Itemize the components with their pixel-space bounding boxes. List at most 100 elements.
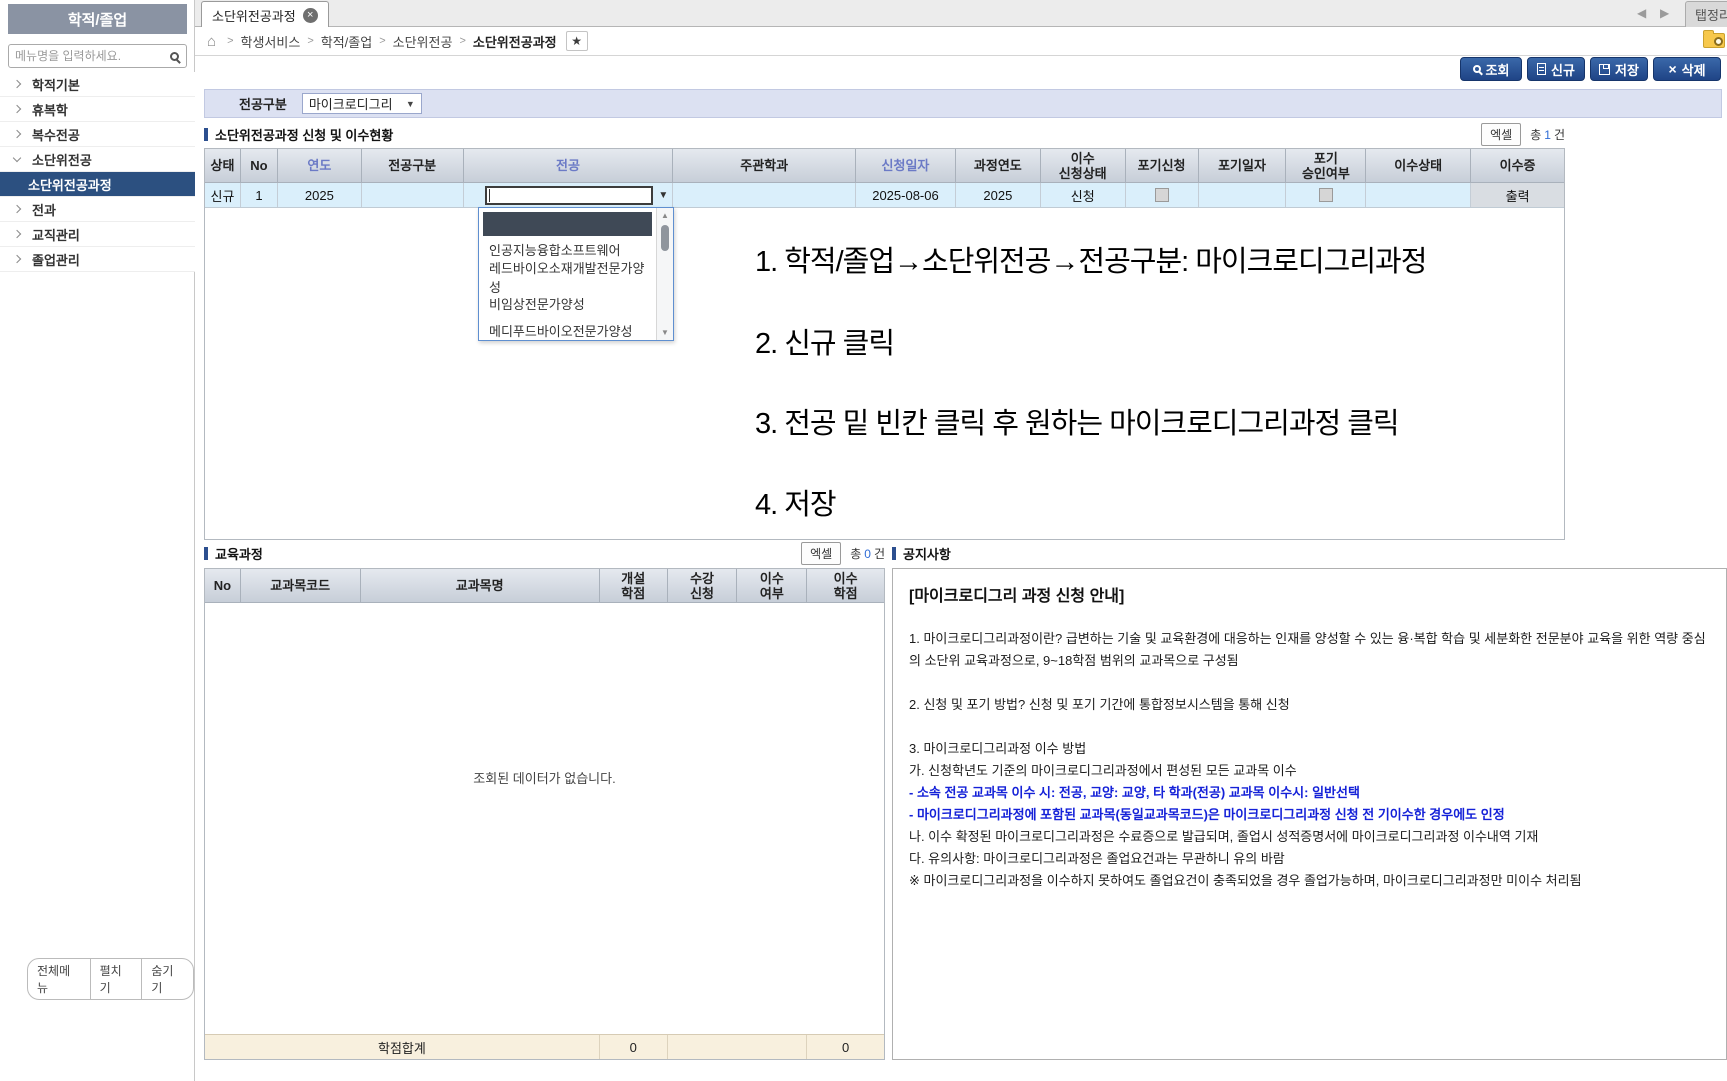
cell-apply-date: 2025-08-06 (856, 183, 956, 207)
col-status[interactable]: 상태 (205, 149, 241, 182)
favorite-star-icon[interactable] (566, 31, 588, 51)
col-giveup-date[interactable]: 포기일자 (1199, 149, 1287, 182)
col-course-code[interactable]: 교과목코드 (241, 569, 361, 602)
empty-data-message: 조회된 데이터가 없습니다. (205, 768, 884, 787)
menu-search-input[interactable] (9, 49, 170, 63)
major-dropdown-panel: 인공지능융합소프트웨어 레드바이오소재개발전문가양성 비임상전문가양성 메디푸드… (478, 207, 674, 341)
col-apply-date[interactable]: 신청일자 (856, 149, 956, 182)
cell-year: 2025 (278, 183, 362, 207)
cell-giveup-date (1199, 183, 1287, 207)
tab-prev-arrow-icon[interactable] (1637, 6, 1646, 20)
chevron-right-icon (13, 105, 21, 113)
dropdown-option[interactable]: 레드바이오소재개발전문가양성 (483, 263, 652, 290)
notice-line: 2. 신청 및 포기 방법? 신청 및 포기 기간에 통합정보시스템을 통해 신… (909, 694, 1710, 716)
notice-line: 가. 신청학년도 기준의 마이크로디그리과정에서 편성된 모든 교과목 이수 (909, 760, 1710, 782)
full-menu-button[interactable]: 전체메뉴 (27, 958, 91, 1000)
sidebar-item-jeonkwa[interactable]: 전과 (0, 197, 195, 222)
tab-micro-major-course[interactable]: 소단위전공과정 (201, 1, 329, 28)
breadcrumb-hakjeok[interactable]: 학적/졸업 (321, 32, 372, 51)
sidebar-item-micro-major[interactable]: 소단위전공 (0, 147, 195, 172)
col-no[interactable]: No (205, 569, 241, 602)
cell-major (464, 183, 674, 207)
col-certificate[interactable]: 이수증 (1471, 149, 1564, 182)
col-course-name[interactable]: 교과목명 (361, 569, 600, 602)
col-no[interactable]: No (241, 149, 278, 182)
instruction-step-2: 2. 신규 클릭 (755, 320, 894, 362)
breadcrumb-separator (227, 35, 233, 47)
col-giveup[interactable]: 포기신청 (1126, 149, 1199, 182)
query-button[interactable]: 조회 (1460, 57, 1522, 81)
notice-line: - 마이크로디그리과정에 포함된 교과목(동일교과목코드)은 마이크로디그리과정… (909, 804, 1710, 826)
dropdown-option-empty[interactable] (483, 212, 652, 236)
col-dept[interactable]: 주관학과 (673, 149, 856, 182)
sidebar-item-micro-major-course[interactable]: 소단위전공과정 (0, 172, 195, 197)
col-giveup-approve[interactable]: 포기승인여부 (1286, 149, 1366, 182)
giveup-approve-checkbox[interactable] (1319, 188, 1333, 202)
dropdown-scrollbar[interactable] (656, 208, 673, 340)
sidebar-item-graduation[interactable]: 졸업관리 (0, 247, 195, 272)
excel-export-button[interactable]: 엑셀 (801, 542, 841, 565)
notice-line: - 소속 전공 교과목 이수 시: 전공, 교양: 교양, 타 학과(전공) 교… (909, 782, 1710, 804)
tab-cleanup-button[interactable]: 탭정리 (1685, 1, 1727, 27)
folder-search-icon[interactable] (1703, 33, 1725, 48)
sidebar-menu: 학적기본 휴복학 복수전공 소단위전공 소단위전공과정 전과 교직관리 졸업관리 (0, 72, 195, 272)
sidebar-item-double-major[interactable]: 복수전공 (0, 122, 195, 147)
expand-button[interactable]: 펼치기 (90, 958, 143, 1000)
apply-section-title: 소단위전공과정 신청 및 이수현황 (215, 125, 393, 144)
breadcrumb-separator (379, 35, 385, 47)
curriculum-table-header: No 교과목코드 교과목명 개설학점 수강신청 이수여부 이수학점 (205, 569, 884, 603)
scroll-down-arrow-icon[interactable] (657, 328, 673, 337)
collapse-button[interactable]: 숨기기 (141, 958, 194, 1000)
col-year[interactable]: 연도 (278, 149, 362, 182)
sidebar-item-hakjeok-basic[interactable]: 학적기본 (0, 72, 195, 97)
breadcrumb-student-service[interactable]: 학생서비스 (241, 32, 301, 51)
col-apply-state[interactable]: 이수신청상태 (1041, 149, 1126, 182)
tab-close-icon[interactable] (303, 8, 318, 23)
col-major[interactable]: 전공 (464, 149, 674, 182)
col-course-year[interactable]: 과정연도 (956, 149, 1041, 182)
print-certificate-button[interactable]: 출력 (1471, 183, 1564, 207)
notice-line: 3. 마이크로디그리과정 이수 방법 (909, 738, 1710, 760)
col-enrolled[interactable]: 수강신청 (668, 569, 738, 602)
col-completed[interactable]: 이수여부 (737, 569, 807, 602)
scroll-up-arrow-icon[interactable] (657, 211, 673, 220)
col-complete-state[interactable]: 이수상태 (1366, 149, 1471, 182)
excel-export-button[interactable]: 엑셀 (1481, 123, 1521, 146)
major-dropdown-list: 인공지능융합소프트웨어 레드바이오소재개발전문가양성 비임상전문가양성 메디푸드… (479, 208, 656, 340)
save-button[interactable]: 저장 (1590, 57, 1648, 81)
close-icon (1668, 62, 1676, 76)
breadcrumb-current: 소단위전공과정 (473, 32, 557, 51)
chevron-down-icon (13, 153, 21, 161)
tab-next-arrow-icon[interactable] (1660, 6, 1669, 20)
credit-total-label: 학점합계 (205, 1035, 600, 1059)
footer-spacer (668, 1035, 808, 1059)
breadcrumb: 학생서비스 학적/졸업 소단위전공 소단위전공과정 (195, 27, 1727, 56)
col-major-type[interactable]: 전공구분 (362, 149, 464, 182)
cell-complete-state (1366, 183, 1471, 207)
menu-search-box[interactable] (8, 44, 187, 68)
dropdown-arrow-icon[interactable] (658, 190, 668, 201)
home-icon[interactable] (207, 33, 216, 50)
curriculum-table: No 교과목코드 교과목명 개설학점 수강신청 이수여부 이수학점 조회된 데이… (204, 568, 885, 1060)
delete-button[interactable]: 삭제 (1653, 57, 1721, 81)
major-type-label: 전공구분 (239, 94, 287, 113)
notice-section-header: 공지사항 (892, 543, 1292, 563)
giveup-checkbox[interactable] (1155, 188, 1169, 202)
floppy-disk-icon (1599, 64, 1610, 75)
major-input[interactable] (485, 186, 653, 205)
search-icon[interactable] (170, 52, 179, 61)
sidebar-item-hyubokhak[interactable]: 휴복학 (0, 97, 195, 122)
breadcrumb-micro-major[interactable]: 소단위전공 (393, 32, 453, 51)
breadcrumb-separator (459, 35, 465, 47)
col-earned-credits[interactable]: 이수학점 (807, 569, 884, 602)
section-marker (892, 547, 896, 560)
major-type-select[interactable]: 마이크로디그리 (302, 93, 422, 114)
new-button[interactable]: 신규 (1527, 57, 1585, 81)
scrollbar-thumb[interactable] (661, 225, 669, 251)
chevron-right-icon (13, 80, 21, 88)
document-icon (1537, 63, 1546, 75)
table-row[interactable]: 신규 1 2025 2025-08-06 2025 신청 출력 (205, 183, 1564, 208)
col-open-credits[interactable]: 개설학점 (600, 569, 668, 602)
dropdown-option[interactable]: 메디푸드바이오전문가양성 (483, 317, 652, 344)
sidebar-item-gyojik[interactable]: 교직관리 (0, 222, 195, 247)
